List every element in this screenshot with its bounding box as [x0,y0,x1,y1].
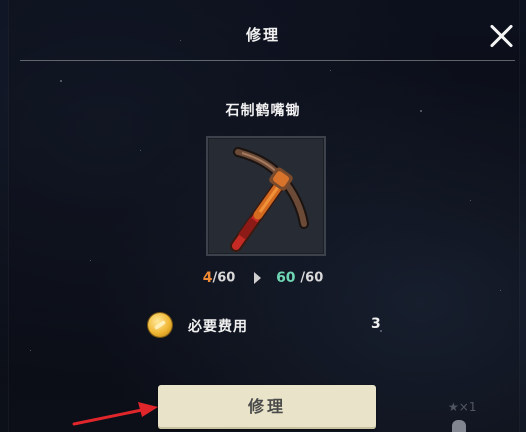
cost-value: 3 [371,316,381,332]
repair-button[interactable]: 修理 [158,385,376,429]
chevron-right-icon [254,272,262,284]
annotation-arrow-icon [72,402,158,426]
dialog-title: 修理 [245,26,280,44]
durability-after: 60 [276,270,296,286]
pickaxe-icon [230,147,309,252]
cost-label: 必要费用 [188,319,248,335]
durability-max-after: /60 [300,270,324,286]
cost-row: 必要费用 3 [148,312,388,340]
background-faint-text: ★×1 [448,400,477,414]
coin-icon [148,313,172,337]
durability-current: 4 [202,270,213,286]
durability-max-current: /60 [212,270,236,286]
durability-row: 4/60 60 /60 [0,270,526,286]
title-divider [20,60,515,61]
item-slot [206,136,326,256]
close-icon[interactable] [488,22,516,50]
background-figure [452,420,466,432]
item-name: 石制鹤嘴锄 [225,103,301,119]
